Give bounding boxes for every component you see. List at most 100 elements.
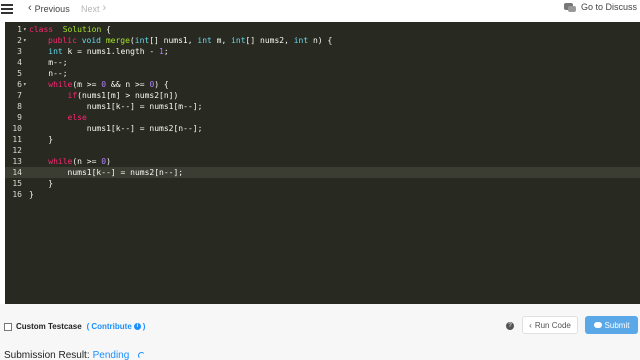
code-text: m--; (29, 57, 68, 68)
code-token: int (231, 36, 246, 45)
code-line[interactable]: 8 nums1[k--] = nums1[m--]; (5, 101, 640, 112)
code-token: } (29, 179, 54, 188)
info-icon[interactable]: i (133, 323, 141, 330)
line-number: 1 (17, 25, 22, 34)
code-token: int (293, 36, 309, 45)
submit-button[interactable]: Submit (585, 316, 638, 334)
code-token: public (48, 36, 77, 45)
help-icon[interactable]: ? (506, 322, 514, 330)
code-token: Solution (62, 25, 102, 34)
code-token: class (29, 25, 54, 34)
code-line[interactable]: 5 n--; (5, 68, 640, 79)
code-token: while (48, 80, 73, 89)
code-text: while(m >= 0 && n >= 0) { (29, 79, 168, 90)
result-status: Pending (92, 350, 130, 360)
code-line[interactable]: 1 ▾ class Solution { (5, 24, 640, 35)
code-text: n--; (29, 68, 68, 79)
code-line[interactable]: 10 nums1[k--] = nums2[n--]; (5, 123, 640, 134)
code-token: m, (211, 36, 232, 45)
code-line[interactable]: 12 (5, 145, 640, 156)
line-number: 9 (17, 113, 22, 122)
previous-button[interactable]: ‹ Previous (28, 3, 70, 14)
paren-close: ) (142, 322, 146, 331)
code-token: int (134, 36, 150, 45)
code-text: } (29, 178, 53, 189)
code-token: [] nums1, (149, 36, 198, 45)
line-number: 5 (17, 69, 22, 78)
code-line[interactable]: 2 ▾ public void merge(int[] nums1, int m, … (5, 35, 640, 46)
code-token: (n >= (72, 157, 102, 166)
code-line[interactable]: 7 if(nums1[m] > nums2[n]) (5, 90, 640, 101)
line-number: 7 (17, 91, 22, 100)
code-text: } (29, 134, 53, 145)
code-line[interactable]: 6 ▾ while(m >= 0 && n >= 0) { (5, 79, 640, 90)
code-token: void (81, 36, 101, 45)
code-token: merge (105, 36, 130, 45)
code-token: ; (163, 47, 169, 56)
fold-arrow-icon[interactable]: ▾ (23, 79, 27, 90)
line-number: 15 (12, 179, 22, 188)
next-button[interactable]: Next › (81, 3, 106, 14)
code-text: class Solution { (29, 24, 111, 35)
chevron-right-icon: › (102, 2, 107, 14)
line-number: 12 (12, 146, 22, 155)
run-code-label: Run Code (534, 320, 571, 330)
code-editor[interactable]: I 1▾class Solution {2▾public void merge(… (5, 22, 640, 304)
previous-label: Previous (34, 3, 70, 14)
code-text: public void merge(int[] nums1, int m, in… (48, 35, 332, 46)
code-text: nums1[k--] = nums2[n--]; (29, 123, 203, 134)
custom-testcase-label: Custom Testcase (16, 322, 82, 331)
code-line[interactable]: 9 else (5, 112, 640, 123)
code-token: m--; (29, 58, 68, 67)
code-text: } (29, 189, 34, 200)
fold-arrow-icon[interactable]: ▾ (23, 35, 27, 46)
line-number: 3 (17, 47, 22, 56)
line-number: 11 (12, 135, 22, 144)
line-number: 13 (12, 157, 22, 166)
top-bar: ‹ Previous Next › Go to Discuss (0, 0, 640, 22)
code-token: else (67, 113, 87, 122)
contribute-group: ( Contribute i ) (87, 322, 146, 331)
code-line[interactable]: 11 } (5, 134, 640, 145)
code-token: { (101, 25, 111, 34)
contribute-link[interactable]: Contribute (91, 322, 131, 331)
code-line[interactable]: 3 int k = nums1.length - 1; (5, 46, 640, 57)
code-line[interactable]: 13 while(n >= 0) (5, 156, 640, 167)
code-token: ) (106, 157, 111, 166)
custom-testcase-checkbox[interactable] (4, 322, 12, 331)
code-text: else (29, 112, 87, 123)
code-token: } (29, 135, 54, 144)
chevron-left-icon: ‹ (28, 2, 32, 14)
run-code-button[interactable]: ‹ Run Code (522, 316, 578, 334)
loading-spinner-icon (138, 352, 146, 359)
code-token: k = nums1.length - (62, 47, 160, 56)
discuss-label: Go to Discuss (580, 2, 637, 12)
line-number: 10 (12, 124, 22, 133)
go-to-discuss-button[interactable]: Go to Discuss (563, 2, 637, 12)
line-number: 2 (17, 36, 22, 45)
code-token: nums1[k--] = nums2[n--]; (29, 124, 203, 133)
code-token: n--; (29, 69, 68, 78)
code-token: int (197, 36, 212, 45)
code-token: (m >= (72, 80, 102, 89)
code-text: while(n >= 0) (29, 156, 111, 167)
submission-result: Submission Result: Pending (4, 350, 146, 360)
result-label: Submission Result: (4, 350, 90, 360)
code-token: [] nums2, (245, 36, 294, 45)
code-token: while (48, 157, 73, 166)
line-number: 16 (12, 190, 22, 199)
hamburger-icon[interactable] (0, 2, 14, 16)
code-text: nums1[k--] = nums2[n--]; (29, 167, 184, 178)
paren-open: ( (86, 322, 90, 331)
code-line[interactable]: 15 } (5, 178, 640, 189)
fold-arrow-icon[interactable]: ▾ (23, 24, 27, 35)
code-token: (nums1[m] > nums2[n]) (77, 91, 179, 100)
code-line[interactable]: 4 m--; (5, 57, 640, 68)
code-token: nums1[k--] = nums2[n--]; (29, 168, 184, 177)
code-line[interactable]: 16} (5, 189, 640, 200)
code-line[interactable]: 14 nums1[k--] = nums2[n--]; (5, 167, 640, 178)
